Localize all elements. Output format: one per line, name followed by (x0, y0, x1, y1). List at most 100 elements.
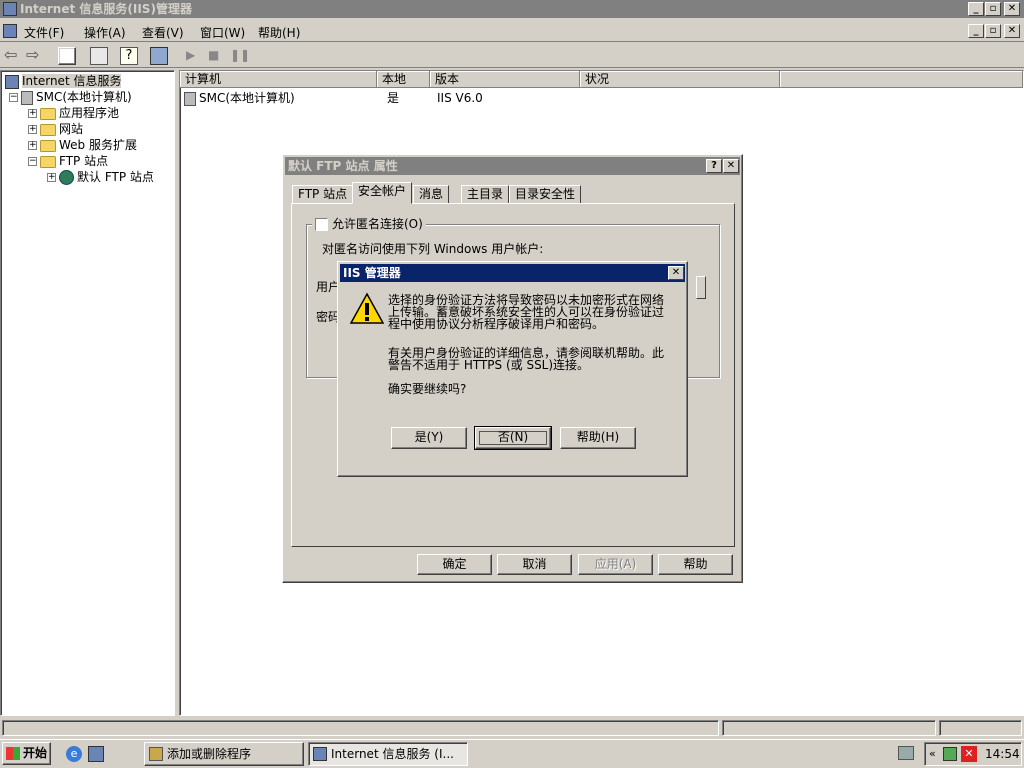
column-header-status[interactable]: 状况 (580, 71, 780, 88)
help-button-caption[interactable]: ? (706, 159, 722, 173)
allow-anonymous-checkbox[interactable] (315, 218, 328, 231)
taskbar-task-iis[interactable]: Internet 信息服务 (I... (308, 742, 468, 766)
iis-app-icon (3, 2, 17, 16)
cell-computer: SMC(本地计算机) (199, 91, 295, 105)
message-line: 警告不适用于 HTTPS (或 SSL)连接。 (388, 358, 590, 372)
status-panel-2 (722, 720, 936, 736)
toolbar: ⇦ ⇨ ? ▶ ■ ❚❚ (0, 44, 1024, 68)
child-close-button[interactable]: ✕ (1004, 24, 1020, 38)
forward-icon[interactable]: ⇨ (26, 47, 44, 65)
status-panel-3 (939, 720, 1022, 736)
column-header-local[interactable]: 本地 (377, 71, 430, 88)
warning-dialog: IIS 管理器 ✕ 选择的身份验证方法将导致密码以未加密形式在网络 上传输。蓄意… (337, 261, 688, 477)
tab-home-directory[interactable]: 主目录 (461, 185, 510, 204)
mdi-icon[interactable] (3, 24, 17, 38)
menu-help[interactable]: 帮助(H) (258, 24, 300, 41)
pause-icon[interactable]: ❚❚ (230, 47, 250, 65)
tab-security-accounts[interactable]: 安全帐户 (352, 182, 413, 204)
tree-item-label: 默认 FTP 站点 (77, 170, 154, 184)
menu-view[interactable]: 查看(V) (142, 24, 184, 41)
collapse-icon[interactable]: − (28, 157, 37, 166)
tree-item-default-ftp[interactable]: + 默认 FTP 站点 (47, 169, 154, 185)
tab-messages[interactable]: 消息 (413, 185, 450, 204)
help-button[interactable]: 帮助(H) (560, 427, 636, 449)
column-header-computer[interactable]: 计算机 (180, 71, 377, 88)
help-button[interactable]: 帮助 (658, 554, 733, 575)
status-panel-main (2, 720, 719, 736)
ok-button[interactable]: 确定 (417, 554, 492, 575)
server-icon (21, 90, 33, 105)
help-icon[interactable]: ? (120, 47, 138, 65)
add-remove-icon (149, 747, 163, 761)
window-title: Internet 信息服务(IIS)管理器 (20, 2, 192, 16)
server-icon (184, 91, 196, 106)
computer-icon[interactable] (150, 47, 168, 65)
ie-icon[interactable]: e (66, 746, 82, 762)
back-icon[interactable]: ⇦ (4, 47, 22, 65)
expand-icon[interactable]: + (28, 125, 37, 134)
menu-bar: 文件(F) 操作(A) 查看(V) 窗口(W) 帮助(H) _ ▫ ✕ (0, 20, 1024, 42)
expand-icon[interactable]: + (28, 109, 37, 118)
show-tree-icon[interactable] (58, 47, 76, 65)
tree-computer[interactable]: − SMC(本地计算机) (9, 89, 132, 105)
menu-action[interactable]: 操作(A) (84, 24, 126, 41)
expand-icon[interactable]: + (28, 141, 37, 150)
tree-item-web-extensions[interactable]: + Web 服务扩展 (28, 137, 137, 153)
close-button[interactable]: ✕ (668, 266, 684, 280)
tree-item-label: Web 服务扩展 (59, 138, 137, 152)
tray-alert-icon[interactable]: ✕ (961, 746, 977, 762)
yes-button[interactable]: 是(Y) (391, 427, 467, 449)
child-restore-button[interactable]: ▫ (985, 24, 1001, 38)
properties-dialog-title-bar: 默认 FTP 站点 属性 ? ✕ (285, 157, 740, 175)
close-button[interactable]: ✕ (1004, 2, 1020, 16)
tab-directory-security[interactable]: 目录安全性 (509, 185, 582, 204)
tree-item-label: 应用程序池 (59, 106, 120, 120)
main-title-bar: Internet 信息服务(IIS)管理器 _ ▫ ✕ (0, 0, 1024, 18)
taskbar-task-add-remove[interactable]: 添加或删除程序 (144, 742, 304, 766)
browse-button-edge[interactable] (696, 276, 706, 299)
globe-icon (59, 170, 74, 185)
play-icon[interactable]: ▶ (186, 47, 204, 65)
windows-logo-icon (6, 747, 20, 760)
menu-file[interactable]: 文件(F) (24, 24, 64, 41)
cancel-button[interactable]: 取消 (497, 554, 572, 575)
folder-icon (40, 123, 56, 136)
start-button[interactable]: 开始 (2, 742, 51, 765)
start-label: 开始 (23, 746, 48, 760)
column-header-version[interactable]: 版本 (430, 71, 580, 88)
tray-connection-icon[interactable] (898, 746, 914, 760)
child-minimize-button[interactable]: _ (968, 24, 984, 38)
task-label: Internet 信息服务 (I... (331, 747, 454, 761)
iis-icon (5, 74, 19, 89)
menu-window[interactable]: 窗口(W) (200, 24, 245, 41)
no-button[interactable]: 否(N) (474, 426, 552, 450)
taskbar: 开始 e 添加或删除程序 Internet 信息服务 (I... « ✕ 14:… (0, 739, 1024, 768)
restore-button[interactable]: ▫ (985, 2, 1001, 16)
tree-root[interactable]: Internet 信息服务 (5, 73, 122, 89)
collapse-icon[interactable]: − (9, 93, 18, 102)
tree-item-label: FTP 站点 (59, 154, 109, 168)
folder-icon (40, 139, 56, 152)
export-list-icon[interactable] (90, 47, 108, 65)
minimize-button[interactable]: _ (968, 2, 984, 16)
clock[interactable]: 14:54 (985, 747, 1020, 761)
tree-item-websites[interactable]: + 网站 (28, 121, 83, 137)
tree-item-ftp-sites[interactable]: − FTP 站点 (28, 153, 108, 169)
stop-icon[interactable]: ■ (208, 47, 226, 65)
properties-dialog-title: 默认 FTP 站点 属性 (288, 159, 398, 173)
allow-anonymous-row: 允许匿名连接(O) (312, 216, 426, 232)
tray-expand-icon[interactable]: « (929, 747, 936, 760)
allow-anonymous-label: 允许匿名连接(O) (332, 217, 423, 231)
tree-computer-label: SMC(本地计算机) (36, 90, 132, 104)
apply-button[interactable]: 应用(A) (578, 554, 653, 575)
table-row[interactable]: SMC(本地计算机) 是 IIS V6.0 (184, 90, 784, 106)
tree-root-label: Internet 信息服务 (22, 74, 122, 88)
expand-icon[interactable]: + (47, 173, 56, 182)
warning-message: 选择的身份验证方法将导致密码以未加密形式在网络 上传输。蓄意破坏系统安全性的人可… (388, 294, 678, 395)
tree-item-app-pools[interactable]: + 应用程序池 (28, 105, 119, 121)
quicklaunch-icon[interactable] (88, 746, 104, 762)
tray-network-icon[interactable] (943, 747, 957, 761)
warning-dialog-title-bar: IIS 管理器 ✕ (340, 264, 685, 282)
close-button[interactable]: ✕ (723, 159, 739, 173)
tab-ftp-site[interactable]: FTP 站点 (292, 185, 354, 204)
